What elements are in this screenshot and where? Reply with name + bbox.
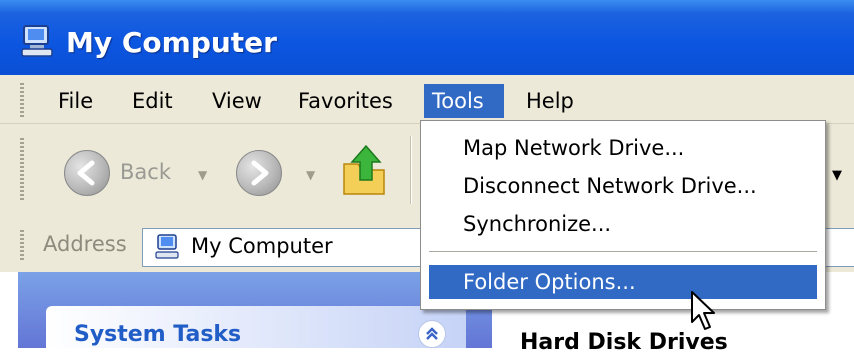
menu-view[interactable]: View [204, 84, 270, 118]
folder-up-icon[interactable] [340, 142, 392, 198]
window-title: My Computer [66, 26, 277, 59]
my-computer-icon [155, 234, 179, 259]
menu-help[interactable]: Help [518, 84, 582, 118]
menu-file[interactable]: File [50, 84, 101, 118]
menu-bar: File Edit View Favorites Tools Help [0, 75, 854, 124]
menu-separator [429, 251, 817, 252]
address-label: Address [43, 232, 127, 256]
back-label: Back [120, 160, 171, 184]
title-bar[interactable]: My Computer [0, 0, 854, 75]
menu-item-disconnect-network-drive[interactable]: Disconnect Network Drive... [429, 169, 817, 203]
menubar-grip[interactable] [20, 83, 24, 117]
addressbar-grip[interactable] [20, 230, 24, 262]
menu-edit[interactable]: Edit [124, 84, 181, 118]
menu-item-folder-options[interactable]: Folder Options... [429, 265, 817, 299]
toolbar-overflow-icon[interactable]: ▼ [832, 168, 842, 183]
back-dropdown-icon[interactable]: ▼ [198, 168, 207, 182]
tools-menu: Map Network Drive... Disconnect Network … [420, 120, 826, 310]
menu-favorites[interactable]: Favorites [290, 84, 401, 118]
my-computer-icon [21, 25, 53, 57]
toolbar-separator [410, 136, 412, 204]
system-tasks-header[interactable]: System Tasks [46, 306, 466, 348]
address-value: My Computer [191, 234, 333, 258]
menu-item-synchronize[interactable]: Synchronize... [429, 207, 817, 241]
double-chevron-up-icon[interactable] [418, 320, 446, 348]
toolbar-grip[interactable] [20, 138, 24, 200]
mouse-cursor-icon [691, 291, 715, 330]
menu-tools[interactable]: Tools [424, 84, 504, 118]
system-tasks-title: System Tasks [74, 322, 242, 347]
menu-item-map-network-drive[interactable]: Map Network Drive... [429, 131, 817, 165]
back-arrow-icon [64, 150, 110, 196]
forward-arrow-icon[interactable] [236, 150, 282, 196]
forward-dropdown-icon[interactable]: ▼ [306, 168, 315, 182]
